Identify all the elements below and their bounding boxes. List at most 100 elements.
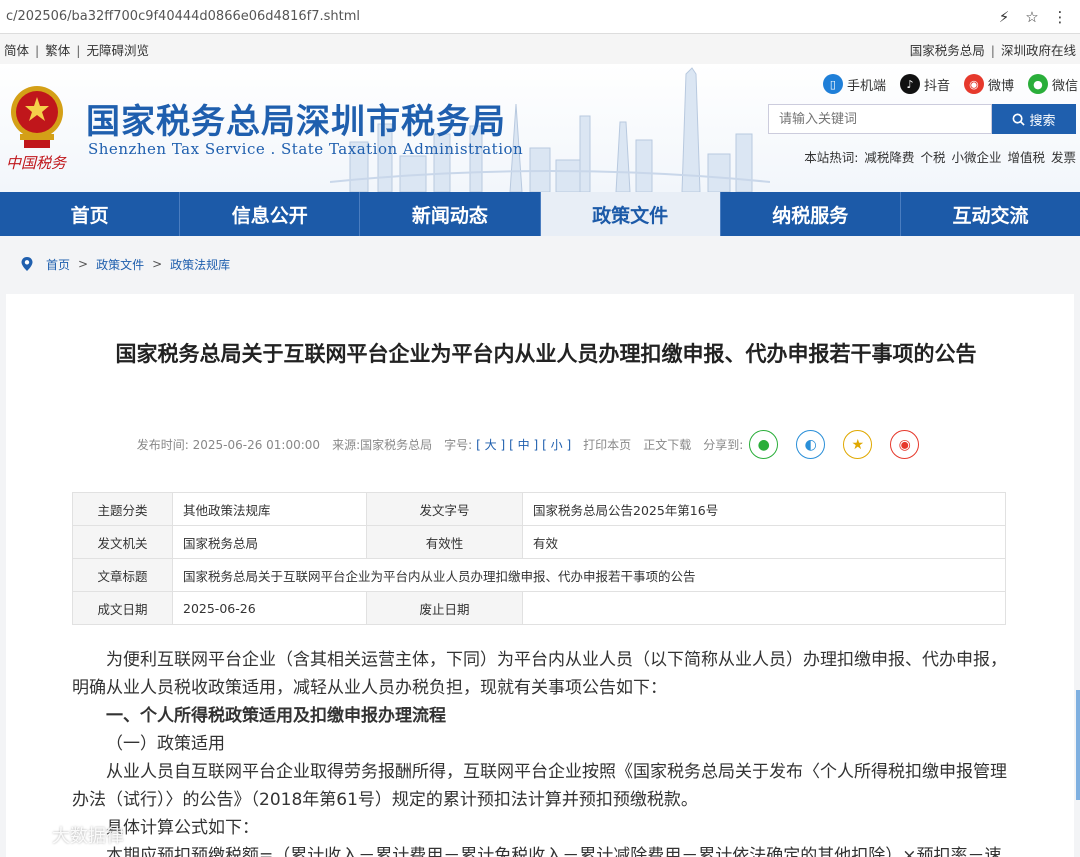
article-meta: 发布时间: 2025-06-26 01:00:00 来源:国家税务总局 字号: … — [6, 430, 1074, 459]
more-icon[interactable]: ⋮ — [1046, 8, 1074, 26]
hot-word[interactable]: 个税 — [920, 147, 945, 166]
font-size-large[interactable]: [ 大 ] — [476, 436, 505, 453]
info-value: 其他政策法规库 — [172, 492, 367, 526]
table-row: 发文机关 国家税务总局 有效性 有效 — [72, 525, 1006, 559]
article-body: 为便利互联网平台企业（含其相关运营主体，下同）为平台内从业人员（以下简称从业人员… — [72, 646, 1008, 857]
weibo-link[interactable]: ◉ 微博 — [963, 74, 1014, 94]
paragraph: 本期应预扣预缴税额=（累计收入－累计费用－累计免税收入－累计减除费用－累计依法确… — [106, 846, 1002, 857]
watermark-logo-icon — [7, 826, 45, 844]
hot-word[interactable]: 减税降费 — [864, 147, 914, 166]
location-pin-icon — [21, 257, 33, 271]
scrollbar-indicator[interactable] — [1076, 690, 1080, 800]
site-subtitle: Shenzhen Tax Service . State Taxation Ad… — [88, 140, 524, 158]
douyin-label: 抖音 — [923, 78, 950, 94]
main-nav: 首页 信息公开 新闻动态 政策文件 纳税服务 互动交流 — [0, 192, 1080, 236]
font-size-medium[interactable]: [ 中 ] — [509, 436, 538, 453]
hot-word[interactable]: 小微企业 — [951, 147, 1001, 166]
document-info-table: 主题分类 其他政策法规库 发文字号 国家税务总局公告2025年第16号 发文机关… — [72, 492, 1006, 625]
article-card: 国家税务总局关于互联网平台企业为平台内从业人员办理扣缴申报、代办申报若干事项的公… — [6, 294, 1074, 857]
top-strip: 简体 | 繁体 | 无障碍浏览 国家税务总局 | 深圳政府在线 — [0, 34, 1080, 64]
mobile-icon: ▯ — [822, 74, 843, 94]
nav-tab-interaction[interactable]: 互动交流 — [901, 192, 1080, 236]
info-key: 主题分类 — [72, 492, 173, 526]
hot-word[interactable]: 发票 — [1051, 147, 1076, 166]
info-key: 文章标题 — [72, 558, 173, 592]
paragraph: 具体计算公式如下： — [106, 818, 259, 838]
info-value: 有效 — [522, 525, 1006, 559]
douyin-link[interactable]: ♪ 抖音 — [899, 74, 950, 94]
info-value: 国家税务总局 — [172, 525, 367, 559]
share-label: 分享到: — [703, 438, 744, 452]
wechat-link[interactable]: ● 微信 — [1027, 74, 1078, 94]
share-weibo-icon[interactable]: ◉ — [890, 430, 920, 459]
nav-tab-info[interactable]: 信息公开 — [180, 192, 361, 236]
wechat-label: 微信 — [1051, 78, 1078, 94]
hot-words-label: 本站热词: — [804, 150, 859, 165]
nav-tab-service[interactable]: 纳税服务 — [721, 192, 901, 236]
paragraph: 为便利互联网平台企业（含其相关运营主体，下同）为平台内从业人员（以下简称从业人员… — [72, 650, 1007, 698]
sta-link[interactable]: 国家税务总局 — [910, 43, 985, 58]
tax-emblem-icon — [11, 86, 63, 148]
source-value: 国家税务总局 — [360, 438, 433, 452]
table-row: 主题分类 其他政策法规库 发文字号 国家税务总局公告2025年第16号 — [72, 492, 1006, 526]
print-link[interactable]: 打印本页 — [583, 436, 631, 453]
shenzhen-gov-link[interactable]: 深圳政府在线 — [1001, 43, 1076, 58]
source: 来源:国家税务总局 — [332, 436, 432, 453]
table-row: 文章标题 国家税务总局关于互联网平台企业为平台内从业人员办理扣缴申报、代办申报若… — [72, 558, 1006, 592]
traditional-link[interactable]: 繁体 — [45, 43, 70, 58]
publish-time-label: 发布时间: — [136, 438, 189, 452]
section-heading: 一、个人所得税政策适用及扣缴申报办理流程 — [106, 706, 446, 726]
browser-url-bar[interactable]: c/202506/ba32ff700c9f40444d0866e06d4816f… — [0, 0, 1080, 34]
social-links: ▯ 手机端 ♪ 抖音 ◉ 微博 ● 微信 — [822, 74, 1078, 94]
search-input[interactable] — [768, 104, 992, 134]
breadcrumb-separator: > — [152, 257, 163, 271]
search-icon — [1013, 113, 1026, 126]
nav-tab-home[interactable]: 首页 — [0, 192, 181, 236]
info-value: 国家税务总局关于互联网平台企业为平台内从业人员办理扣缴申报、代办申报若干事项的公… — [172, 558, 1006, 592]
nav-tab-policy[interactable]: 政策文件 — [540, 192, 721, 236]
site-header: 中国税务 国家税务总局深圳市税务局 Shenzhen Tax Service .… — [0, 64, 1080, 192]
star-icon[interactable]: ☆ — [1018, 8, 1046, 26]
breadcrumb-policy[interactable]: 政策文件 — [96, 256, 144, 273]
font-size-small[interactable]: [ 小 ] — [542, 436, 571, 453]
accessibility-link[interactable]: 无障碍浏览 — [86, 43, 149, 58]
share-wechat-icon[interactable]: ● — [749, 430, 779, 459]
download-link[interactable]: 正文下载 — [643, 436, 691, 453]
publish-time: 发布时间: 2025-06-26 01:00:00 — [137, 436, 320, 453]
wechat-icon: ● — [1027, 74, 1048, 94]
simplified-link[interactable]: 简体 — [4, 43, 29, 58]
lightning-icon[interactable]: ⚡ — [990, 8, 1018, 26]
breadcrumb-library[interactable]: 政策法规库 — [170, 256, 230, 273]
breadcrumb-home[interactable]: 首页 — [46, 256, 70, 273]
weibo-icon: ◉ — [963, 74, 984, 94]
search-button[interactable]: 搜索 — [992, 104, 1076, 134]
paragraph: 从业人员自互联网平台企业取得劳务报酬所得，互联网平台企业按照《国家税务总局关于发… — [72, 762, 1007, 810]
table-row: 成文日期 2025-06-26 废止日期 — [72, 591, 1006, 625]
share-qzone-icon[interactable]: ★ — [843, 430, 873, 459]
emblem-text: 中国税务 — [6, 154, 67, 172]
info-key: 发文机关 — [72, 525, 173, 559]
info-key: 成文日期 — [72, 591, 173, 625]
watermark: 大数据律 — [6, 822, 124, 848]
search-box: 搜索 — [768, 104, 1076, 134]
article-title: 国家税务总局关于互联网平台企业为平台内从业人员办理扣缴申报、代办申报若干事项的公… — [115, 342, 977, 366]
douyin-icon: ♪ — [899, 74, 920, 94]
info-value: 2025-06-26 — [172, 591, 367, 625]
info-key: 有效性 — [366, 525, 523, 559]
breadcrumb-separator: > — [78, 257, 89, 271]
hot-words: 本站热词: 减税降费 个税 小微企业 增值税 发票 — [804, 147, 1076, 166]
info-value: 国家税务总局公告2025年第16号 — [522, 492, 1006, 526]
mobile-link[interactable]: ▯ 手机端 — [822, 74, 886, 94]
subsection-heading: （一）政策适用 — [106, 734, 225, 754]
font-size-label: 字号: — [444, 438, 473, 452]
share-qq-icon[interactable]: ◐ — [796, 430, 826, 459]
language-links: 简体 | 繁体 | 无障碍浏览 — [4, 42, 149, 58]
source-label: 来源: — [332, 438, 361, 452]
hot-word[interactable]: 增值税 — [1007, 147, 1045, 166]
external-links: 国家税务总局 | 深圳政府在线 — [909, 42, 1076, 58]
weibo-label: 微博 — [987, 78, 1014, 94]
site-title[interactable]: 国家税务总局深圳市税务局 — [86, 94, 506, 143]
nav-tab-news[interactable]: 新闻动态 — [360, 192, 541, 236]
info-key: 发文字号 — [366, 492, 523, 526]
url-text[interactable]: c/202506/ba32ff700c9f40444d0866e06d4816f… — [6, 9, 990, 24]
